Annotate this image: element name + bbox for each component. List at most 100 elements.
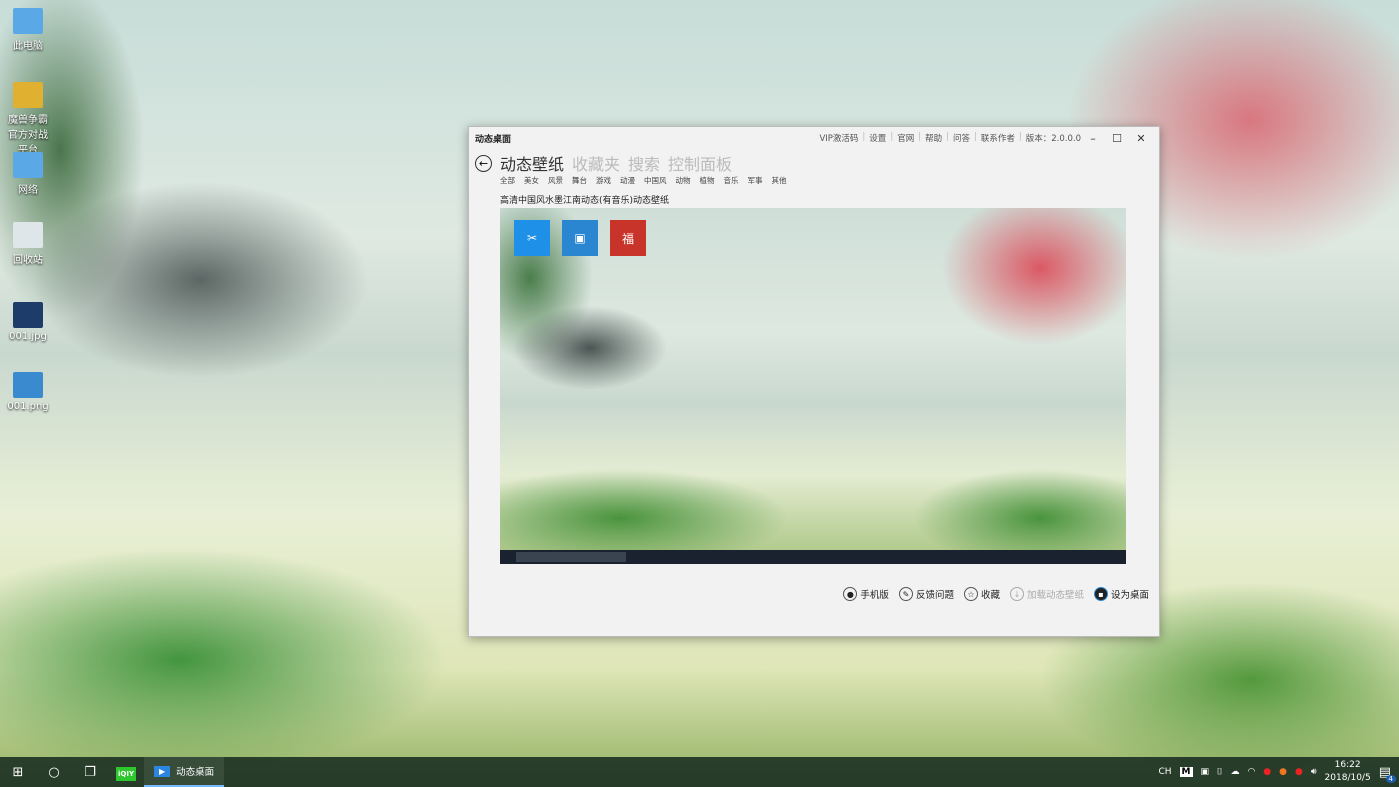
desktop-icon[interactable]: 回收站: [4, 222, 52, 266]
tab[interactable]: 收藏夹: [572, 151, 620, 175]
category-item[interactable]: 动漫: [620, 175, 635, 186]
window-title: 动态桌面: [475, 132, 511, 145]
volume-icon[interactable]: 🔊︎: [1311, 767, 1317, 777]
wifi-icon[interactable]: ◠: [1247, 767, 1255, 777]
preview-tile-button[interactable]: ✂: [514, 220, 550, 256]
cloud-icon[interactable]: ☁: [1230, 767, 1239, 777]
ime-icon[interactable]: M: [1180, 767, 1193, 777]
action-icon: ▪: [1094, 587, 1108, 601]
title-bar[interactable]: 动态桌面 VIP激活码|设置|官网|帮助|问答|联系作者|版本：2.0.0.0 …: [469, 127, 1159, 149]
desktop-icon-image: [13, 222, 43, 248]
preview-tile-button[interactable]: ▣: [562, 220, 598, 256]
desktop-icon[interactable]: 001.png: [4, 372, 52, 412]
header-links: VIP激活码|设置|官网|帮助|问答|联系作者|版本：2.0.0.0: [819, 132, 1081, 144]
action-icon: ↓: [1010, 587, 1024, 601]
tab[interactable]: 动态壁纸: [500, 151, 564, 175]
usb-icon[interactable]: ⌷: [1217, 767, 1222, 777]
desktop-icon[interactable]: 此电脑: [4, 8, 52, 52]
header-link[interactable]: VIP激活码: [819, 132, 858, 144]
action-icon: ●: [843, 587, 857, 601]
notification-icon[interactable]: ▤4: [1379, 765, 1391, 780]
desktop-icon-label: 001.jpg: [4, 331, 52, 342]
action-button[interactable]: ☆收藏: [964, 587, 1000, 601]
action-button[interactable]: ✎反馈问题: [899, 587, 954, 601]
desktop-icon-image: [13, 8, 43, 34]
tile-icon: ✂: [527, 231, 537, 245]
category-item[interactable]: 中国风: [644, 175, 667, 186]
desktop-icon-label: 001.png: [4, 401, 52, 412]
category-item[interactable]: 游戏: [596, 175, 611, 186]
category-item[interactable]: 音乐: [724, 175, 739, 186]
category-item[interactable]: 植物: [700, 175, 715, 186]
date: 2018/10/5: [1325, 772, 1371, 785]
header-link[interactable]: 官网: [897, 132, 914, 144]
desktop-icon[interactable]: 魔兽争霸官方对战平台: [4, 82, 52, 156]
action-label: 手机版: [860, 587, 889, 601]
wallpaper-preview[interactable]: ✂ ▣ 福: [500, 208, 1126, 564]
category-item[interactable]: 军事: [748, 175, 763, 186]
desktop-icon-label: 网络: [4, 181, 52, 196]
action-button[interactable]: ●手机版: [843, 587, 889, 601]
desktop-icon-label: 此电脑: [4, 37, 52, 52]
desktop-icon-image: [13, 152, 43, 178]
category-item[interactable]: 全部: [500, 175, 515, 186]
desktop-icon[interactable]: 001.jpg: [4, 302, 52, 342]
qq-icon[interactable]: ●: [1295, 767, 1303, 777]
category-item[interactable]: 风景: [548, 175, 563, 186]
action-label: 反馈问题: [916, 587, 954, 601]
task-view-icon[interactable]: ❐: [72, 765, 108, 780]
preview-taskbar: [500, 550, 1126, 564]
action-label: 收藏: [981, 587, 1000, 601]
header-link[interactable]: 帮助: [925, 132, 942, 144]
main-tabs: ← 动态壁纸收藏夹搜索控制面板: [475, 151, 732, 175]
category-item[interactable]: 其他: [772, 175, 787, 186]
desktop-icon-label: 魔兽争霸官方对战平台: [4, 111, 52, 156]
category-item[interactable]: 舞台: [572, 175, 587, 186]
category-item[interactable]: 动物: [676, 175, 691, 186]
header-link[interactable]: 联系作者: [981, 132, 1015, 144]
media-icon[interactable]: ▣: [1201, 767, 1210, 777]
app-window: 动态桌面 VIP激活码|设置|官网|帮助|问答|联系作者|版本：2.0.0.0 …: [468, 126, 1160, 637]
header-link[interactable]: 问答: [953, 132, 970, 144]
taskbar: ⊞ ○ ❐ iQIY ▶ 动态桌面 CH M ▣ ⌷ ☁ ◠ ● ● ● 🔊︎ …: [0, 757, 1399, 787]
start-icon[interactable]: ⊞: [0, 765, 36, 780]
taskbar-app-dynamic-desktop[interactable]: ▶ 动态桌面: [144, 757, 224, 787]
notification-count: 4: [1386, 775, 1396, 783]
desktop-icon-image: [13, 372, 43, 398]
tab[interactable]: 搜索: [628, 151, 660, 175]
qq-icon[interactable]: ●: [1279, 767, 1287, 777]
header-link[interactable]: 版本：2.0.0.0: [1026, 132, 1081, 144]
clock[interactable]: 16:22 2018/10/5: [1325, 759, 1371, 785]
desktop-icon[interactable]: 网络: [4, 152, 52, 196]
time: 16:22: [1325, 759, 1371, 772]
tab[interactable]: 控制面板: [668, 151, 732, 175]
wallpaper-title: 高清中国风水墨江南动态(有音乐)动态壁纸: [500, 193, 669, 206]
tile-icon: 福: [622, 230, 634, 247]
category-item[interactable]: 美女: [524, 175, 539, 186]
maximize-button[interactable]: ☐: [1105, 132, 1129, 145]
link-separator: |: [974, 132, 977, 144]
desktop-icon-image: [13, 302, 43, 328]
action-label: 设为桌面: [1111, 587, 1149, 601]
link-separator: |: [862, 132, 865, 144]
minimize-button[interactable]: –: [1081, 132, 1105, 145]
action-icon: ☆: [964, 587, 978, 601]
action-button[interactable]: ↓加载动态壁纸: [1010, 587, 1084, 601]
back-arrow-icon[interactable]: ←: [475, 155, 492, 172]
link-separator: |: [890, 132, 893, 144]
preview-tile-button[interactable]: 福: [610, 220, 646, 256]
taskbar-app-label: 动态桌面: [176, 764, 214, 778]
iqiyi-icon[interactable]: iQIY: [108, 765, 144, 780]
qq-icon[interactable]: ●: [1263, 767, 1271, 777]
category-bar: 全部美女风景舞台游戏动漫中国风动物植物音乐军事其他: [500, 175, 787, 186]
link-separator: |: [1019, 132, 1022, 144]
system-tray: CH M ▣ ⌷ ☁ ◠ ● ● ● 🔊︎ 16:22 2018/10/5 ▤4: [1158, 759, 1399, 785]
language-indicator[interactable]: CH: [1158, 767, 1171, 777]
close-button[interactable]: ✕: [1129, 132, 1153, 145]
action-icon: ✎: [899, 587, 913, 601]
cortana-search-icon[interactable]: ○: [36, 765, 72, 780]
action-bar: ●手机版 ✎反馈问题 ☆收藏 ↓加载动态壁纸 ▪设为桌面: [843, 587, 1149, 601]
action-button[interactable]: ▪设为桌面: [1094, 587, 1149, 601]
header-link[interactable]: 设置: [869, 132, 886, 144]
app-play-icon: ▶: [154, 766, 170, 777]
